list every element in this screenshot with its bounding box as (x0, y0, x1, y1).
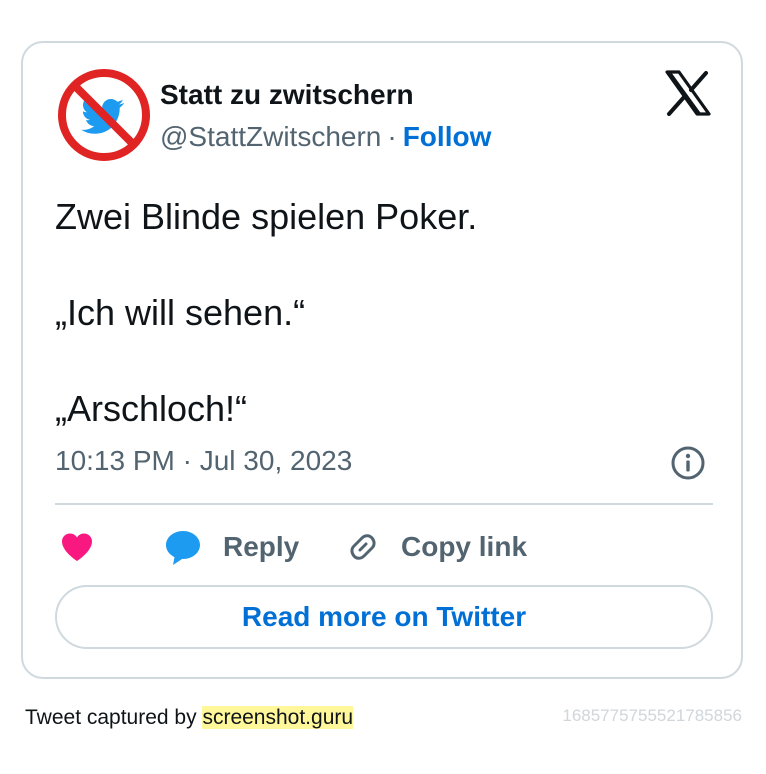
divider (55, 503, 713, 505)
author-handle-row: @StattZwitschern · Follow (160, 121, 491, 153)
action-bar: Reply Copy link (55, 523, 715, 571)
follow-link[interactable]: Follow (403, 121, 492, 152)
copy-link-button[interactable]: Copy link (345, 523, 527, 571)
reply-label: Reply (223, 531, 300, 562)
capture-footer: Tweet captured by screenshot.guru (25, 706, 354, 730)
tweet-card: Statt zu zwitschern @StattZwitschern · Fol… (21, 41, 743, 679)
read-more-button[interactable]: Read more on Twitter (55, 585, 713, 649)
footer-prefix: Tweet captured by (25, 706, 197, 729)
separator-dot: · (387, 121, 397, 152)
author-handle[interactable]: @StattZwitschern (160, 121, 381, 152)
link-icon (350, 534, 376, 560)
tweet-line: „Arschloch!“ (55, 388, 248, 429)
no-twitter-bird-icon[interactable] (58, 69, 150, 161)
tweet-line: „Ich will sehen.“ (55, 292, 306, 333)
info-icon[interactable] (670, 445, 706, 481)
tweet-timestamp[interactable]: 10:13 PM · Jul 30, 2023 (55, 445, 352, 477)
x-logo-icon[interactable] (665, 70, 711, 116)
tweet-line: Zwei Blinde spielen Poker. (55, 196, 478, 237)
tweet-id: 1685775755521785856 (562, 706, 742, 725)
reply-button[interactable]: Reply (163, 523, 299, 571)
copy-link-label: Copy link (401, 531, 528, 562)
author-display-name[interactable]: Statt zu zwitschern (160, 79, 414, 111)
tweet-text: Zwei Blinde spielen Poker. „Ich will seh… (55, 193, 477, 481)
reply-bubble-icon (166, 531, 200, 565)
heart-icon[interactable] (59, 529, 95, 565)
brand-link[interactable]: screenshot.guru (202, 706, 354, 729)
